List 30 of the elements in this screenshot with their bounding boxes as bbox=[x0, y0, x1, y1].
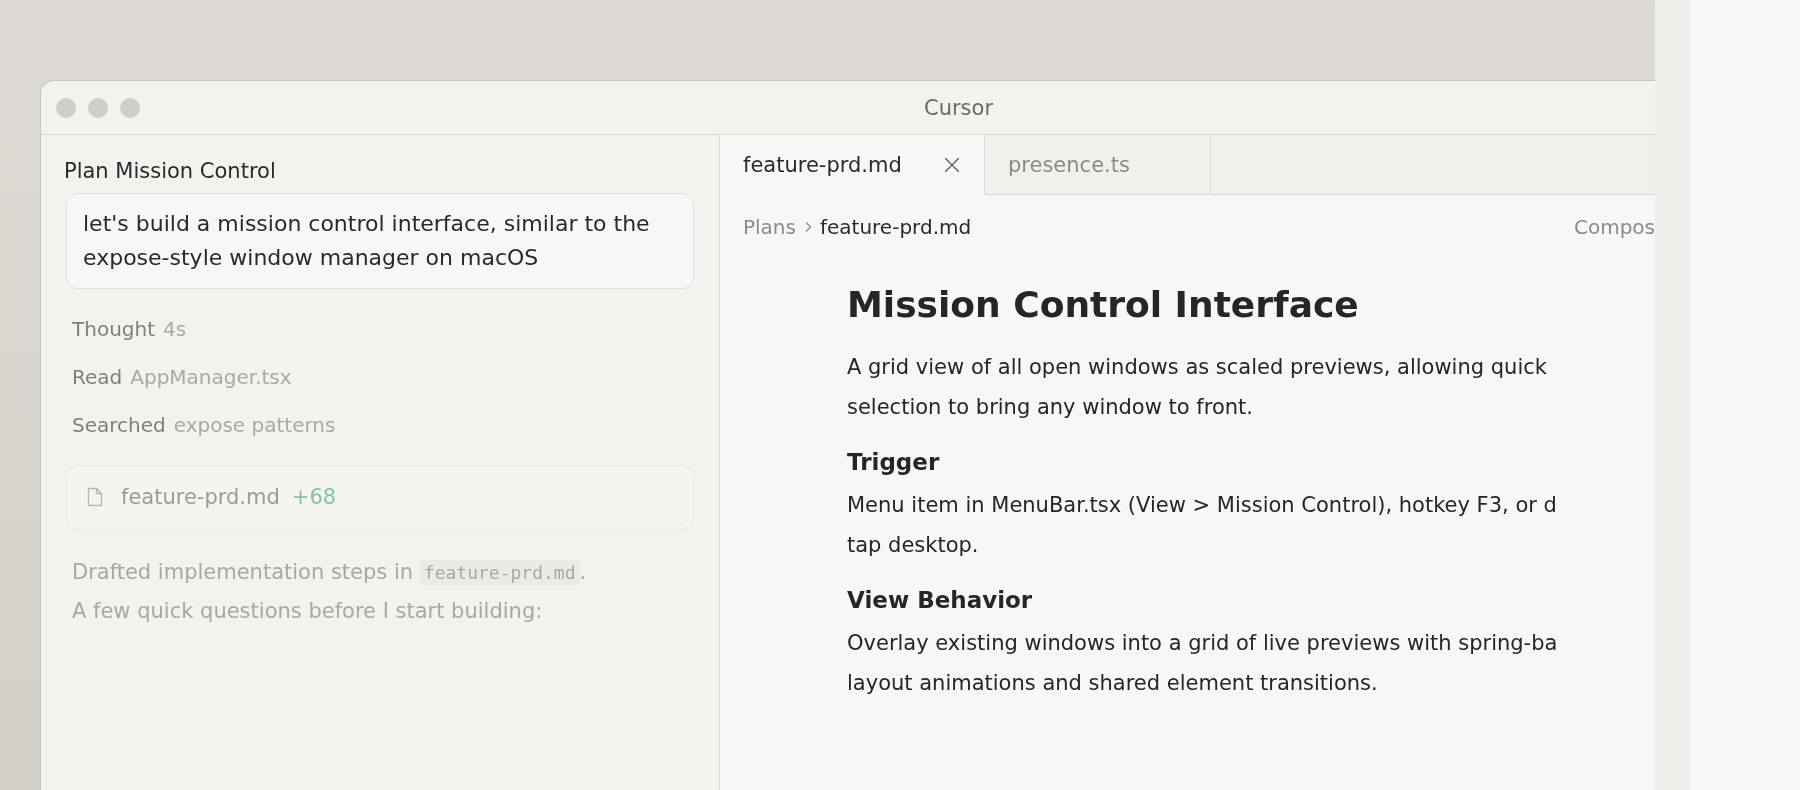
breadcrumb-item[interactable]: Plans bbox=[743, 215, 796, 239]
paragraph: Menu item in MenuBar.tsx (View > Mission Control), hotkey F3, or d tap desktop. bbox=[847, 492, 1558, 559]
section-heading: View Behavior bbox=[847, 586, 1034, 615]
mode-label[interactable]: Compos bbox=[1573, 215, 1655, 239]
prompt-message: let's build a mission control interface, similar to the expose-style window manager on macOS bbox=[66, 193, 694, 289]
paragraph: A grid view of all open windows as scaled previews, allowing quick selection to bring any window to front. bbox=[847, 354, 1548, 421]
paragraph: Overlay existing windows into a grid of live previews with spring-ba layout animations and shared element transitions. bbox=[847, 630, 1559, 697]
breadcrumb-item[interactable]: feature-prd.md bbox=[819, 215, 972, 239]
activity-detail: 4s bbox=[163, 317, 187, 341]
editor-tab[interactable]: feature-prd.md bbox=[720, 135, 985, 195]
document-heading: Mission Control Interface bbox=[847, 283, 1360, 327]
editor-tab[interactable]: presence.ts bbox=[985, 135, 1211, 195]
activity-detail: expose patterns bbox=[173, 413, 336, 437]
chevron-icon bbox=[803, 221, 812, 233]
activity-detail: AppManager.tsx bbox=[130, 365, 292, 389]
section-heading: Trigger bbox=[847, 448, 941, 477]
activity-label: Thought bbox=[72, 317, 156, 341]
additions-count: +68 bbox=[291, 485, 337, 509]
close-icon[interactable] bbox=[943, 155, 961, 174]
chat-title: Plan Mission Control bbox=[64, 159, 277, 183]
window-control-icon[interactable] bbox=[88, 97, 108, 118]
activity-label: Searched bbox=[72, 413, 166, 437]
window-title: Cursor bbox=[924, 95, 994, 120]
document-icon bbox=[87, 487, 103, 507]
file-card[interactable]: feature-prd.md +68 bbox=[66, 465, 694, 529]
window-control-icon[interactable] bbox=[56, 97, 76, 118]
file-name: feature-prd.md bbox=[121, 485, 280, 509]
window-control-icon[interactable] bbox=[120, 97, 140, 118]
assistant-message: Drafted implementation steps in feature-prd.md . A few quick questions before I start building: bbox=[72, 559, 588, 625]
activity-label: Read bbox=[72, 365, 123, 389]
